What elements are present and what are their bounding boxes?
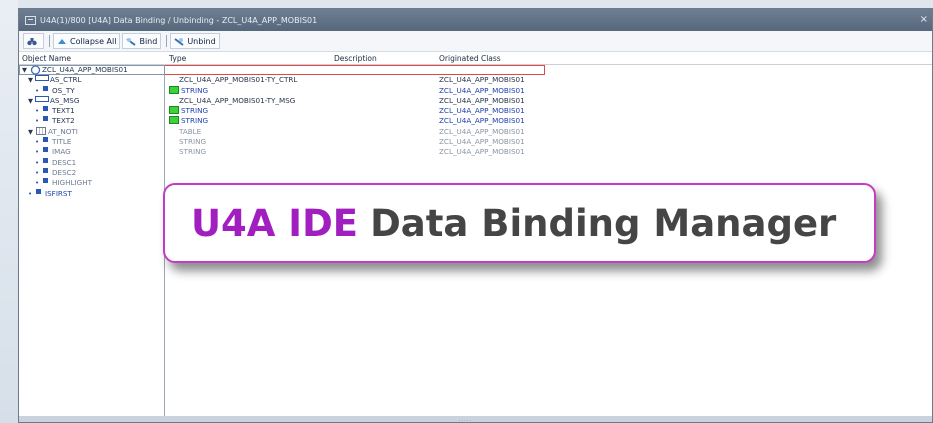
bullet-icon: • <box>35 148 40 157</box>
bullet-icon: • <box>35 107 40 116</box>
column-header-description[interactable]: Description <box>334 54 377 63</box>
binoculars-icon <box>27 37 37 45</box>
tree-node-label: AT_NOTI <box>48 126 78 136</box>
field-icon <box>43 178 48 184</box>
bullet-icon: • <box>28 189 33 198</box>
table-row[interactable]: • TITLE STRING ZCL_U4A_APP_MOBIS01 <box>19 137 932 147</box>
column-header-row: Object Name Type Description Originated … <box>19 53 932 65</box>
chevron-down-icon[interactable]: ▼ <box>28 127 33 137</box>
originated-class-cell: ZCL_U4A_APP_MOBIS01 <box>439 75 525 85</box>
window-icon <box>25 15 36 25</box>
type-cell: STRING <box>179 147 207 157</box>
column-header-originated-class[interactable]: Originated Class <box>439 54 501 63</box>
tree-node-label: TEXT1 <box>52 106 75 116</box>
chevron-down-icon[interactable]: ▼ <box>22 65 27 75</box>
bullet-icon: • <box>35 138 40 147</box>
originated-class-cell: ZCL_U4A_APP_MOBIS01 <box>439 116 525 126</box>
field-icon <box>43 137 48 143</box>
banner-product-name: U4A IDE <box>191 201 359 245</box>
table-row[interactable]: • TEXT1 STRING ZCL_U4A_APP_MOBIS01 <box>19 106 932 116</box>
resize-grip[interactable]: ..... <box>459 417 472 422</box>
field-icon <box>43 85 48 91</box>
type-cell: STRING <box>181 85 209 95</box>
table-row[interactable]: • OS_TY STRING ZCL_U4A_APP_MOBIS01 <box>19 85 932 96</box>
type-cell: STRING <box>181 116 209 126</box>
originated-class-cell: ZCL_U4A_APP_MOBIS01 <box>439 126 525 136</box>
bullet-icon: • <box>35 168 40 177</box>
toolbar: Collapse All Bind Unbind <box>19 31 932 52</box>
structure-icon <box>35 75 49 82</box>
bullet-icon: • <box>35 158 40 167</box>
bound-status-icon <box>169 116 179 125</box>
close-icon[interactable]: × <box>920 14 928 25</box>
collapse-all-label: Collapse All <box>70 36 117 46</box>
tree-node-label: AS_CTRL <box>50 75 82 85</box>
status-bar: ..... <box>19 416 932 422</box>
type-cell: STRING <box>181 106 209 116</box>
column-header-object-name[interactable]: Object Name <box>22 54 71 63</box>
tree-node-label: ISFIRST <box>45 188 72 198</box>
originated-class-cell: ZCL_U4A_APP_MOBIS01 <box>439 137 525 147</box>
field-icon <box>43 106 48 112</box>
table-row[interactable]: ▼ ZCL_U4A_APP_MOBIS01 <box>19 65 932 75</box>
field-icon <box>43 157 48 163</box>
field-icon <box>43 167 48 173</box>
table-row[interactable]: • DESC2 <box>19 167 932 178</box>
column-header-type[interactable]: Type <box>169 54 186 63</box>
bullet-icon: • <box>35 86 40 95</box>
banner-feature-name: Data Binding Manager <box>370 201 837 245</box>
toolbar-separator <box>166 35 168 47</box>
type-cell: ZCL_U4A_APP_MOBIS01-TY_MSG <box>179 95 296 105</box>
tree-node-label: TEXT2 <box>52 116 75 126</box>
unbind-label: Unbind <box>187 36 216 46</box>
originated-class-cell: ZCL_U4A_APP_MOBIS01 <box>439 106 525 116</box>
originated-class-cell: ZCL_U4A_APP_MOBIS01 <box>439 147 525 157</box>
field-icon <box>43 147 48 153</box>
find-button[interactable] <box>23 33 44 49</box>
bind-label: Bind <box>139 36 158 46</box>
table-row[interactable]: • IMAG STRING ZCL_U4A_APP_MOBIS01 <box>19 147 932 157</box>
bind-button[interactable]: Bind <box>122 33 162 49</box>
toolbar-separator <box>49 35 50 47</box>
type-cell: STRING <box>179 137 207 147</box>
collapse-icon <box>58 38 66 44</box>
tree-node-label: AS_MSG <box>50 95 80 105</box>
bound-status-icon <box>169 106 179 115</box>
tree-node-label: TITLE <box>52 137 72 147</box>
binding-tree-table: ▼ ZCL_U4A_APP_MOBIS01 ▼ AS_CTRL ZCL_U4A_… <box>19 65 932 199</box>
tree-node-label: IMAG <box>52 147 71 157</box>
unbind-button[interactable]: Unbind <box>170 33 220 49</box>
unbind-icon <box>174 37 184 46</box>
tree-node-label: HIGHLIGHT <box>52 178 92 188</box>
field-icon <box>36 188 41 194</box>
field-icon <box>43 116 48 122</box>
chevron-down-icon[interactable]: ▼ <box>28 96 33 106</box>
table-row[interactable]: ▼ AT_NOTI TABLE ZCL_U4A_APP_MOBIS01 <box>19 126 932 137</box>
structure-icon <box>35 95 49 102</box>
window-title: U4A(1)/800 [U4A] Data Binding / Unbindin… <box>40 15 318 25</box>
originated-class-cell: ZCL_U4A_APP_MOBIS01 <box>439 95 525 105</box>
tree-node-label: OS_TY <box>52 85 75 95</box>
table-row[interactable]: ▼ AS_MSG ZCL_U4A_APP_MOBIS01-TY_MSG ZCL_… <box>19 95 932 106</box>
table-icon <box>36 126 46 135</box>
tree-node-label: DESC1 <box>52 157 77 167</box>
bind-icon <box>126 37 137 46</box>
originated-class-cell: ZCL_U4A_APP_MOBIS01 <box>439 85 525 95</box>
type-cell: TABLE <box>179 126 202 136</box>
title-bar: U4A(1)/800 [U4A] Data Binding / Unbindin… <box>19 9 932 31</box>
table-row[interactable]: • TEXT2 STRING ZCL_U4A_APP_MOBIS01 <box>19 116 932 126</box>
title-banner: U4A IDE Data Binding Manager <box>163 183 876 263</box>
bullet-icon: • <box>35 179 40 188</box>
collapse-all-button[interactable]: Collapse All <box>53 33 121 49</box>
tree-node-label: DESC2 <box>52 167 77 177</box>
table-row[interactable]: ▼ AS_CTRL ZCL_U4A_APP_MOBIS01-TY_CTRL ZC… <box>19 75 932 85</box>
bound-status-icon <box>169 85 179 94</box>
desktop-background <box>0 0 18 423</box>
chevron-down-icon[interactable]: ▼ <box>28 75 33 85</box>
bullet-icon: • <box>35 117 40 126</box>
class-icon <box>30 65 41 75</box>
type-cell: ZCL_U4A_APP_MOBIS01-TY_CTRL <box>179 75 298 85</box>
tree-node-label: ZCL_U4A_APP_MOBIS01 <box>42 65 128 74</box>
table-row[interactable]: • DESC1 <box>19 157 932 168</box>
